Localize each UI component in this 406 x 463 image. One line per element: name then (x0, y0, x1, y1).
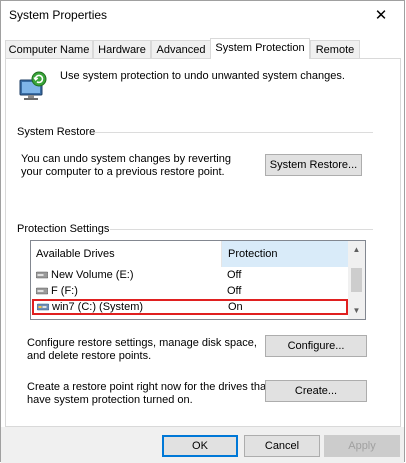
tab-system-protection[interactable]: System Protection (210, 38, 310, 59)
drive-protection-status: Off (227, 269, 242, 281)
system-restore-description-line2: your computer to a previous restore poin… (21, 166, 225, 178)
system-restore-group-label: System Restore (17, 126, 96, 138)
tab-hardware[interactable]: Hardware (93, 40, 151, 58)
system-properties-window: System Properties ✕ Computer Name Hardwa… (0, 0, 405, 463)
system-restore-description: You can undo system changes by reverting… (21, 153, 231, 179)
create-description-line2: have system protection turned on. (27, 394, 193, 406)
system-drive-icon (37, 303, 49, 311)
drive-name: win7 (C:) (System) (52, 301, 144, 313)
column-header-protection[interactable]: Protection (221, 241, 349, 267)
system-protection-icon (19, 71, 47, 100)
dialog-button-bar: OK Cancel Apply (1, 427, 404, 463)
scroll-up-icon[interactable]: ▲ (348, 241, 365, 258)
protection-settings-group-label: Protection Settings (17, 223, 110, 235)
drive-row-new-volume-e[interactable]: New Volume (E:) Off (31, 267, 349, 283)
drives-scrollbar[interactable]: ▲ ▼ (348, 241, 365, 319)
drives-listbox[interactable]: Available Drives Protection New Volume (… (30, 240, 366, 320)
system-restore-description-line1: You can undo system changes by reverting (21, 153, 231, 165)
tab-remote[interactable]: Remote (310, 40, 360, 58)
apply-button[interactable]: Apply (324, 435, 400, 457)
configure-description-line2: and delete restore points. (27, 350, 152, 362)
drive-icon (36, 271, 48, 279)
drive-name: New Volume (E:) (51, 269, 134, 281)
drive-row-f[interactable]: F (F:) Off (31, 283, 349, 299)
tab-advanced[interactable]: Advanced (151, 40, 211, 58)
drive-icon (36, 287, 48, 295)
drives-list-header: Available Drives Protection (31, 241, 349, 267)
create-button[interactable]: Create... (265, 380, 367, 402)
column-header-available-drives-label: Available Drives (36, 248, 115, 260)
intro-text: Use system protection to undo unwanted s… (60, 70, 345, 82)
create-description: Create a restore point right now for the… (27, 381, 269, 407)
system-restore-divider (95, 132, 373, 133)
cancel-button[interactable]: Cancel (244, 435, 320, 457)
protection-settings-divider (110, 229, 373, 230)
configure-description: Configure restore settings, manage disk … (27, 337, 257, 363)
tab-computer-name[interactable]: Computer Name (5, 40, 93, 58)
drive-name: F (F:) (51, 285, 78, 297)
window-title: System Properties (9, 8, 108, 22)
drive-protection-status: Off (227, 285, 242, 297)
configure-button[interactable]: Configure... (265, 335, 367, 357)
close-icon[interactable]: ✕ (358, 1, 404, 31)
scroll-down-icon[interactable]: ▼ (348, 302, 365, 319)
column-header-protection-label: Protection (228, 248, 278, 260)
system-restore-button[interactable]: System Restore... (265, 154, 362, 176)
configure-description-line1: Configure restore settings, manage disk … (27, 337, 257, 349)
drive-row-win7-c-system[interactable]: win7 (C:) (System) On (32, 299, 348, 315)
column-header-available-drives[interactable]: Available Drives (31, 241, 221, 267)
create-description-line1: Create a restore point right now for the… (27, 381, 270, 393)
drive-protection-status: On (228, 301, 243, 313)
scroll-thumb[interactable] (351, 268, 362, 292)
title-bar[interactable]: System Properties ✕ (1, 1, 404, 31)
ok-button[interactable]: OK (162, 435, 238, 457)
